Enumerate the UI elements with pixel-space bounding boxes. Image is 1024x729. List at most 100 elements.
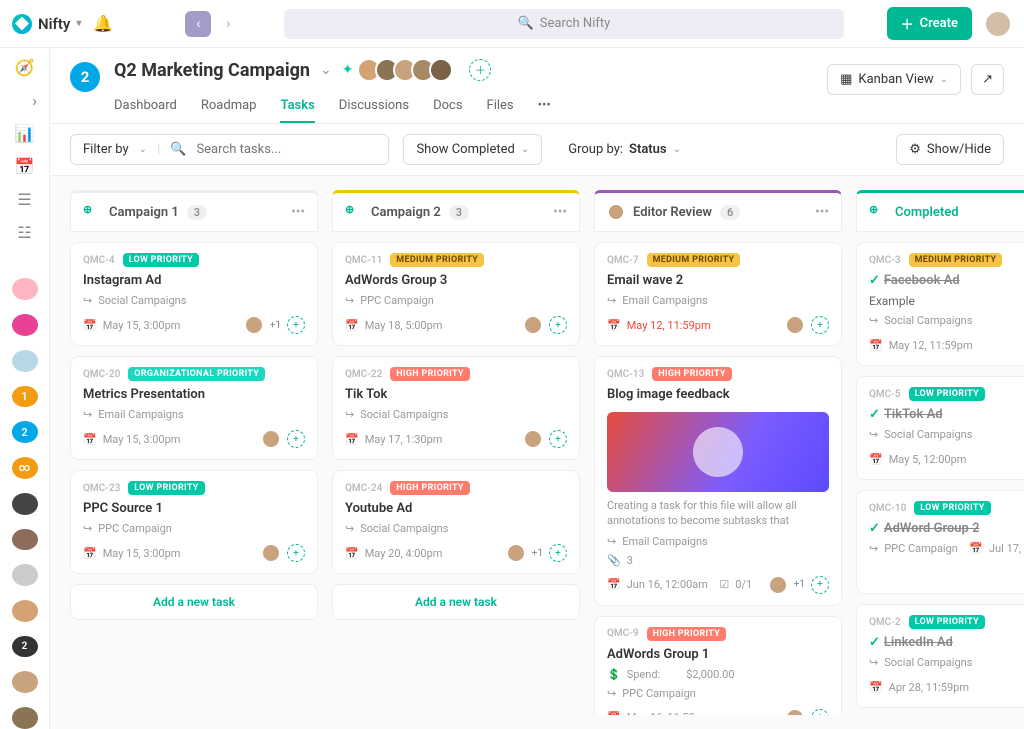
share-button[interactable]: ↗ (971, 64, 1004, 95)
add-assignee-button[interactable]: + (287, 544, 305, 562)
rail-badge-2[interactable]: 2 (12, 636, 38, 658)
rail-user-3[interactable] (12, 600, 38, 622)
task-card[interactable]: QMC-23LOW PRIORITYPPC Source 1↪PPC Campa… (70, 470, 318, 574)
assignee-avatar[interactable] (261, 429, 281, 449)
column-header[interactable]: ⊕Campaign 23••• (332, 190, 580, 232)
priority-pill: MEDIUM PRIORITY (909, 253, 1003, 267)
add-assignee-button[interactable]: + (811, 576, 829, 594)
tab-tasks[interactable]: Tasks (280, 90, 314, 123)
assignee-avatar[interactable] (506, 543, 526, 563)
add-assignee-button[interactable]: + (549, 544, 567, 562)
expand-icon[interactable]: › (24, 91, 46, 110)
column-header[interactable]: Editor Review6••• (594, 190, 842, 232)
add-assignee-button[interactable]: + (811, 316, 829, 334)
add-member-button[interactable]: ＋ (469, 59, 491, 81)
assignee-avatar[interactable] (785, 708, 805, 715)
assignee-avatar[interactable] (261, 543, 281, 563)
compass-icon[interactable]: 🧭 (14, 58, 36, 77)
task-date: 📅May 15, 3:00pm (83, 319, 180, 332)
column-menu-icon[interactable]: ••• (291, 205, 305, 220)
milestone-icon: ↪ (345, 408, 354, 421)
task-id: QMC-9 (607, 628, 639, 639)
tab-files[interactable]: Files (487, 90, 514, 123)
more-assignees[interactable]: +1 (270, 320, 281, 331)
member-stack[interactable] (363, 58, 453, 82)
tab-more-icon[interactable]: ••• (538, 90, 551, 123)
add-assignee-button[interactable]: + (549, 430, 567, 448)
project-icon[interactable]: 2 (70, 62, 100, 92)
view-selector[interactable]: ▦ Kanban View ⌄ (827, 64, 961, 95)
task-card[interactable]: QMC-9HIGH PRIORITYAdWords Group 1💲Spend:… (594, 616, 842, 715)
more-assignees[interactable]: +1 (532, 548, 543, 559)
task-title: Youtube Ad (345, 501, 567, 516)
task-card[interactable]: QMC-10LOW PRIORITY✓AdWord Group 2↪PPC Ca… (856, 490, 1024, 594)
task-card[interactable]: QMC-20ORGANIZATIONAL PRIORITYMetrics Pre… (70, 356, 318, 460)
bell-icon[interactable]: 🔔 (93, 14, 113, 33)
chevron-down-icon: ▾ (76, 18, 81, 29)
column-menu-icon[interactable]: ••• (553, 205, 567, 220)
rail-workspace-pink[interactable] (12, 278, 38, 300)
list-icon[interactable]: ☰ (14, 190, 36, 209)
add-assignee-button[interactable]: + (549, 316, 567, 334)
column-header[interactable]: ⊕Campaign 13••• (70, 190, 318, 232)
sparkle-icon[interactable]: ✦ (342, 62, 354, 78)
nav-forward-button[interactable]: › (215, 11, 241, 37)
assignee-avatar[interactable] (785, 315, 805, 335)
check-icon: ✓ (869, 521, 880, 536)
assignee-avatar[interactable] (523, 429, 543, 449)
rail-workspace-2[interactable]: 2 (12, 421, 38, 443)
assignee-avatar[interactable] (523, 315, 543, 335)
more-assignees[interactable]: +1 (794, 579, 805, 590)
rail-workspace-1[interactable]: 1 (12, 386, 38, 408)
column-menu-icon[interactable]: ••• (815, 205, 829, 220)
add-assignee-button[interactable]: + (287, 430, 305, 448)
priority-pill: LOW PRIORITY (123, 253, 199, 267)
rail-workspace-magenta[interactable] (12, 314, 38, 336)
user-avatar[interactable] (984, 10, 1012, 38)
add-assignee-button[interactable]: + (287, 316, 305, 334)
task-card[interactable]: QMC-2LOW PRIORITY✓LinkedIn Ad↪Social Cam… (856, 604, 1024, 708)
tab-dashboard[interactable]: Dashboard (114, 90, 177, 123)
add-people-icon[interactable]: ⊕ (345, 203, 363, 221)
chevron-down-icon[interactable]: ⌄ (320, 62, 332, 78)
rail-workspace-dark[interactable] (12, 493, 38, 515)
task-card[interactable]: QMC-13HIGH PRIORITYBlog image feedbackCr… (594, 356, 842, 606)
chevron-down-icon[interactable]: ⌄ (139, 144, 147, 155)
task-card[interactable]: QMC-7MEDIUM PRIORITYEmail wave 2↪Email C… (594, 242, 842, 346)
group-by-selector[interactable]: Group by: Status ⌄ (556, 135, 693, 164)
task-card[interactable]: QMC-22HIGH PRIORITYTik Tok↪Social Campai… (332, 356, 580, 460)
search-tasks-input[interactable] (196, 142, 376, 157)
show-hide-button[interactable]: ⚙ Show/Hide (896, 134, 1004, 165)
task-card[interactable]: QMC-11MEDIUM PRIORITYAdWords Group 3↪PPC… (332, 242, 580, 346)
column-header[interactable]: ⊕Completed••• (856, 190, 1024, 232)
global-search[interactable]: 🔍 Search Nifty (284, 9, 844, 39)
add-people-icon[interactable]: ⊕ (83, 203, 101, 221)
show-completed-toggle[interactable]: Show Completed ⌄ (403, 134, 542, 165)
assignee-avatar[interactable] (768, 575, 788, 595)
task-card[interactable]: QMC-24HIGH PRIORITYYoutube Ad↪Social Cam… (332, 470, 580, 574)
add-task-button[interactable]: Add a new task (332, 584, 580, 620)
nav-back-button[interactable]: ‹ (185, 11, 211, 37)
rail-user-5[interactable] (12, 707, 38, 729)
filter-by-label[interactable]: Filter by (83, 142, 129, 157)
calendar-icon[interactable]: 📅 (14, 157, 36, 176)
create-button[interactable]: ＋ Create (887, 7, 972, 40)
rail-workspace-light[interactable] (12, 350, 38, 372)
add-people-icon[interactable]: ⊕ (869, 203, 887, 221)
rail-user-4[interactable] (12, 671, 38, 693)
rail-user-1[interactable] (12, 529, 38, 551)
task-card[interactable]: QMC-4LOW PRIORITYInstagram Ad↪Social Cam… (70, 242, 318, 346)
rail-user-2[interactable] (12, 564, 38, 586)
checklist-icon[interactable]: ☳ (14, 223, 36, 242)
add-task-button[interactable]: Add a new task (70, 584, 318, 620)
task-card[interactable]: QMC-3MEDIUM PRIORITY✓Facebook AdExample↪… (856, 242, 1024, 366)
tab-docs[interactable]: Docs (433, 90, 462, 123)
add-assignee-button[interactable]: + (811, 709, 829, 715)
app-logo-area[interactable]: Nifty ▾ (12, 14, 81, 34)
task-card[interactable]: QMC-5LOW PRIORITY✓TikTok Ad↪Social Campa… (856, 376, 1024, 480)
tab-roadmap[interactable]: Roadmap (201, 90, 257, 123)
rail-workspace-link[interactable]: ∞ (12, 457, 38, 479)
tab-discussions[interactable]: Discussions (339, 90, 409, 123)
assignee-avatar[interactable] (244, 315, 264, 335)
chart-icon[interactable]: 📊 (14, 124, 36, 143)
